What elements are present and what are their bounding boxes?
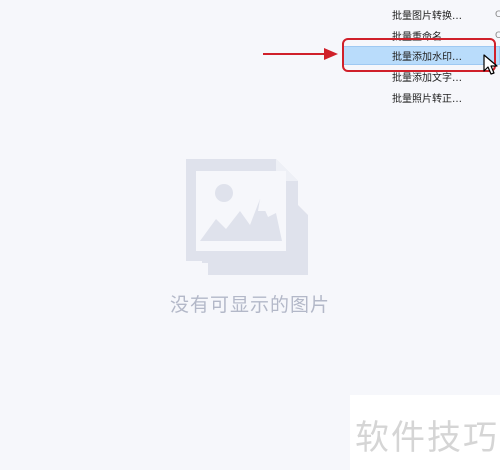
annotation-highlight-box [342, 38, 496, 72]
watermark: 软件技巧 [355, 418, 499, 458]
mouse-cursor-icon [483, 54, 498, 75]
annotation-arrow-icon [263, 48, 338, 60]
empty-state-message: 没有可显示的图片 [169, 294, 330, 316]
menu-item-suffix: C [495, 9, 500, 20]
menu-item-suffix: C [495, 30, 500, 41]
menu-item-batch-convert[interactable]: 批量图片转换… C [342, 5, 500, 24]
menu-item-label: 批量照片转正… [392, 94, 462, 105]
menu-item-label: 批量图片转换… [392, 11, 462, 22]
menu-item-batch-rotate[interactable]: 批量照片转正… [342, 88, 500, 107]
app-window: 没有可显示的图片 批量图片转换… C 批量重命名… C 批量添加水印… 批量添加… [0, 0, 500, 470]
image-placeholder-icon [186, 159, 308, 275]
